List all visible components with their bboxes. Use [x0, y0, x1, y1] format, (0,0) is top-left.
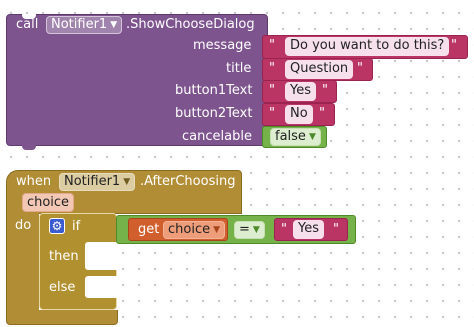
then-label: then	[49, 249, 79, 264]
event-bottom-bar	[6, 310, 118, 325]
block-tab	[22, 145, 36, 150]
component-dropdown[interactable]: Notifier1 ▼	[46, 16, 123, 34]
variable-dropdown[interactable]: choice ▼	[163, 221, 226, 239]
event-component-dropdown[interactable]: Notifier1 ▼	[59, 173, 136, 191]
false-dropdown[interactable]: false ▼	[270, 128, 321, 146]
chevron-down-icon: ▼	[110, 20, 118, 30]
button2-text-field[interactable]: No	[285, 105, 313, 124]
compare-operator-dropdown[interactable]: = ▼	[234, 221, 265, 239]
get-label: get	[138, 222, 160, 237]
when-label: when	[16, 174, 52, 189]
method-label: .ShowChooseDialog	[126, 17, 255, 32]
call-label: call	[16, 17, 39, 32]
open-quote: "	[281, 222, 287, 237]
choice-parameter[interactable]: choice	[22, 193, 74, 212]
param-label-button2text: button2Text	[175, 106, 253, 121]
message-text-field[interactable]: Do you want to do this?	[285, 37, 450, 56]
chevron-down-icon: ▼	[252, 225, 260, 235]
show-choose-dialog-block[interactable]	[6, 14, 268, 146]
title-text-field[interactable]: Question	[285, 60, 354, 79]
if-label: if	[72, 219, 81, 234]
close-quote: "	[357, 61, 363, 76]
open-quote: "	[269, 106, 275, 121]
chevron-down-icon: ▼	[308, 132, 316, 142]
gear-icon[interactable]: ⚙	[49, 218, 65, 234]
open-quote: "	[269, 61, 275, 76]
open-quote: "	[269, 38, 275, 53]
param-label-message: message	[193, 38, 252, 53]
close-quote: "	[319, 106, 325, 121]
param-label-title: title	[226, 61, 252, 76]
open-quote: "	[269, 83, 275, 98]
close-quote: "	[322, 83, 328, 98]
event-name-label: .AfterChoosing	[140, 174, 236, 189]
button1-text-field[interactable]: Yes	[285, 82, 316, 101]
then-slot	[85, 242, 117, 270]
chevron-down-icon: ▼	[213, 225, 221, 235]
param-label-cancelable: cancelable	[182, 129, 252, 144]
chevron-down-icon: ▼	[123, 177, 131, 187]
close-quote: "	[451, 38, 457, 53]
close-quote: "	[333, 222, 339, 237]
do-label: do	[15, 218, 32, 233]
else-label: else	[49, 280, 76, 295]
param-label-button1text: button1Text	[175, 83, 253, 98]
else-slot	[85, 276, 117, 298]
compare-text-field[interactable]: Yes	[293, 220, 324, 239]
